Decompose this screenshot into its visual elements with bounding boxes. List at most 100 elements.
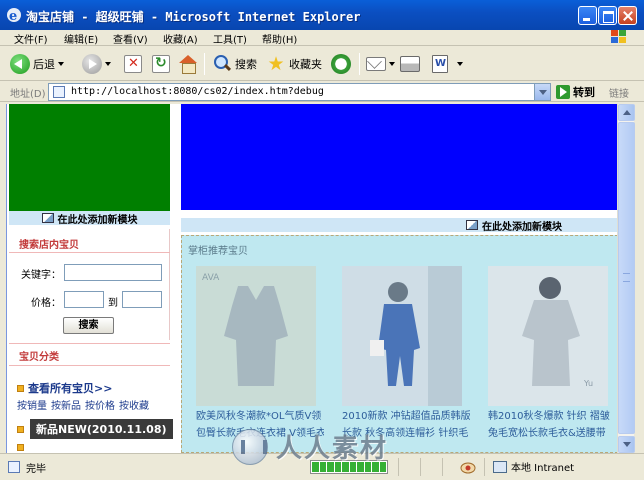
keyword-label: 关键字：: [21, 270, 61, 281]
product-caption-line-2[interactable]: 兔毛宽松长款毛衣&送腰带: [488, 427, 616, 440]
home-button[interactable]: [178, 52, 198, 76]
panel-divider: [9, 252, 170, 253]
right-column: 在此处添加新模块 掌柜推荐宝贝 AVA 欧美风秋冬潮款*OL气质V领 包臀长款毛…: [179, 104, 617, 453]
search-icon: [212, 54, 232, 74]
add-module-button-left[interactable]: 在此处添加新模块: [9, 211, 170, 226]
category-panel: 宝贝分类 查看所有宝贝>> 按销量 按新品 按价格 按收藏 新品NEW(2010…: [9, 343, 173, 453]
menu-bar: 文件(F) 编辑(E) 查看(V) 收藏(A) 工具(T) 帮助(H): [0, 30, 644, 46]
forward-arrow-icon: [82, 54, 102, 74]
vertical-scrollbar[interactable]: [617, 104, 635, 453]
window-title: 淘宝店铺 - 超级旺铺 - Microsoft Internet Explore…: [26, 10, 361, 24]
product-caption-line-1[interactable]: 2010新款 冲钻超值品质韩版: [342, 410, 470, 423]
product-card[interactable]: 2010新款 冲钻超值品质韩版 长款 秋冬高领连帽衫 针织毛: [342, 266, 470, 440]
go-label: 转到: [573, 86, 595, 99]
sort-by-price-link[interactable]: 按价格: [85, 397, 115, 412]
add-module-button-right[interactable]: 在此处添加新模块: [181, 218, 617, 233]
forward-button[interactable]: [82, 52, 111, 76]
sort-by-sales-link[interactable]: 按销量: [17, 397, 47, 412]
panel-divider: [9, 365, 170, 366]
menu-view[interactable]: 查看(V): [113, 31, 148, 46]
history-icon: [331, 54, 351, 74]
recommend-panel: 掌柜推荐宝贝 AVA 欧美风秋冬潮款*OL气质V领 包臀长款毛衣连衣裙 V领毛衣: [181, 235, 617, 453]
search-label: 搜索: [235, 58, 257, 71]
scroll-thumb[interactable]: [618, 122, 635, 434]
product-caption-line-1[interactable]: 韩2010秋冬爆款 针织 褶皱: [488, 410, 616, 423]
menu-tools[interactable]: 工具(T): [213, 31, 247, 46]
model-figure-icon: [342, 266, 462, 406]
scroll-up-button[interactable]: [618, 104, 635, 121]
product-image[interactable]: [342, 266, 462, 406]
printer-icon: [400, 56, 420, 72]
menu-edit[interactable]: 编辑(E): [64, 31, 98, 46]
search-button[interactable]: 搜索: [212, 52, 257, 76]
image-icon: [41, 213, 54, 223]
product-image[interactable]: Yu: [488, 266, 608, 406]
address-url: http://localhost:8080/cs02/index.htm?deb…: [71, 86, 324, 97]
word-edit-icon: [432, 55, 448, 73]
product-image[interactable]: AVA: [196, 266, 316, 406]
product-card[interactable]: AVA 欧美风秋冬潮款*OL气质V领 包臀长款毛衣连衣裙 V领毛衣: [196, 266, 324, 440]
panel-divider: [9, 343, 170, 344]
price-min-input[interactable]: [64, 291, 104, 308]
svg-text:AVA: AVA: [202, 273, 220, 283]
sort-by-new-link[interactable]: 按新品: [51, 397, 81, 412]
price-to-label: 到: [108, 298, 118, 309]
maximize-button[interactable]: [598, 6, 617, 25]
title-bar: e 淘宝店铺 - 超级旺铺 - Microsoft Internet Explo…: [0, 0, 644, 30]
links-button[interactable]: 链接: [609, 85, 629, 100]
page-viewport: 在此处添加新模块 搜索店内宝贝 关键字： 价格： 到 搜索 宝贝分类 查看所有宝…: [6, 104, 617, 453]
scroll-down-button[interactable]: [618, 436, 635, 453]
favorites-button[interactable]: ★ 收藏夹: [266, 52, 322, 76]
back-label: 后退: [33, 58, 55, 71]
sort-by-favorites-link[interactable]: 按收藏: [119, 397, 149, 412]
intranet-zone-icon: [493, 460, 507, 473]
search-submit-button[interactable]: 搜索: [63, 317, 114, 334]
chevron-down-icon: [105, 62, 111, 66]
address-label: 地址(D): [10, 89, 46, 100]
status-divider: [484, 458, 485, 476]
toolbar: 后退 搜索 ★ 收藏夹: [0, 47, 644, 81]
print-button[interactable]: [400, 52, 420, 76]
left-column: 在此处添加新模块 搜索店内宝贝 关键字： 价格： 到 搜索 宝贝分类 查看所有宝…: [7, 104, 173, 453]
status-divider: [420, 458, 421, 476]
page-icon: [53, 86, 65, 98]
view-all-link[interactable]: 查看所有宝贝>>: [17, 380, 112, 396]
security-zone[interactable]: 本地 Intranet: [493, 459, 574, 474]
watermark-text: 人人素材: [276, 434, 389, 464]
address-dropdown-button[interactable]: [534, 84, 550, 100]
mail-button[interactable]: [366, 52, 395, 76]
bullet-icon: [17, 425, 24, 433]
blue-banner-module: [181, 104, 617, 210]
price-label: 价格：: [31, 298, 61, 309]
green-module: [9, 104, 170, 211]
back-button[interactable]: 后退: [10, 52, 64, 76]
keyword-input[interactable]: [64, 264, 162, 281]
favorites-label: 收藏夹: [289, 58, 322, 71]
edit-button[interactable]: [432, 52, 463, 76]
menu-favorites[interactable]: 收藏(A): [163, 31, 198, 46]
status-text: 完毕: [26, 464, 46, 475]
close-button[interactable]: [618, 6, 637, 25]
go-button[interactable]: 转到: [556, 83, 595, 101]
stop-button[interactable]: [124, 52, 142, 76]
address-bar: 地址(D) http://localhost:8080/cs02/index.h…: [0, 82, 644, 102]
privacy-icon[interactable]: [460, 460, 476, 474]
mail-icon: [366, 57, 386, 71]
search-panel: 搜索店内宝贝 关键字： 价格： 到 搜索: [9, 229, 170, 340]
price-max-input[interactable]: [122, 291, 162, 308]
stop-icon: [124, 55, 142, 73]
view-all-label: 查看所有宝贝>>: [28, 382, 113, 395]
bullet-icon: [17, 444, 24, 451]
new-arrivals-item[interactable]: 新品NEW(2010.11.08): [17, 419, 173, 439]
menu-file[interactable]: 文件(F): [14, 31, 48, 46]
product-caption-line-1[interactable]: 欧美风秋冬潮款*OL气质V领: [196, 410, 324, 423]
menu-help[interactable]: 帮助(H): [262, 31, 297, 46]
address-input[interactable]: http://localhost:8080/cs02/index.htm?deb…: [48, 83, 551, 101]
chevron-down-icon: [58, 62, 64, 66]
product-card[interactable]: Yu 韩2010秋冬爆款 针织 褶皱 兔毛宽松长款毛衣&送腰带: [488, 266, 616, 440]
history-button[interactable]: [331, 52, 351, 76]
svg-text:e: e: [9, 9, 17, 23]
refresh-button[interactable]: [152, 52, 170, 76]
minimize-button[interactable]: [578, 6, 597, 25]
dress-figure-icon: AVA: [196, 266, 316, 406]
